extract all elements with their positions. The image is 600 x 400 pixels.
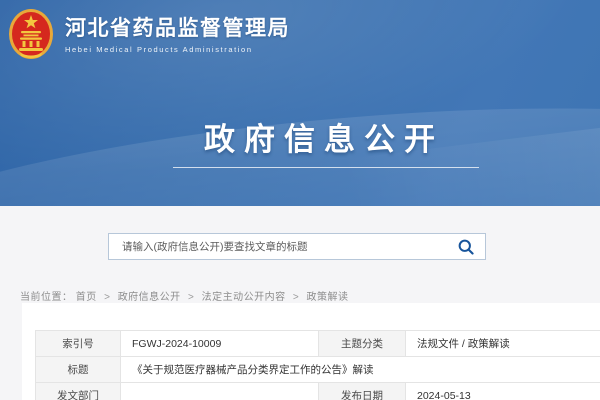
- page-title-underline: [173, 167, 479, 168]
- search-button[interactable]: [447, 234, 485, 259]
- breadcrumb-item-gov-info[interactable]: 政府信息公开: [118, 292, 181, 303]
- search-icon: [457, 238, 475, 256]
- banner: 河北省药品监督管理局 Hebei Medical Products Admini…: [0, 0, 600, 206]
- page-title: 政府信息公开: [24, 114, 600, 159]
- breadcrumb-item-home[interactable]: 首页: [76, 292, 97, 303]
- doc-topic-value: 法规文件 / 政策解读: [406, 331, 600, 357]
- breadcrumb-separator: >: [188, 292, 194, 303]
- breadcrumb-item-statutory-disclosure[interactable]: 法定主动公开内容: [202, 292, 286, 303]
- doc-issuing-dept-value: [121, 383, 319, 400]
- search-input[interactable]: [109, 234, 447, 259]
- org-name-en: Hebei Medical Products Administration: [65, 45, 290, 54]
- breadcrumb: 当前位置： 首页 > 政府信息公开 > 法定主动公开内容 > 政策解读: [20, 288, 349, 303]
- search-box: [108, 233, 486, 260]
- breadcrumb-separator: >: [293, 292, 299, 303]
- doc-publish-date-label: 发布日期: [319, 383, 406, 400]
- doc-title-label: 标题: [36, 357, 121, 383]
- doc-info-table: 索引号 FGWJ-2024-10009 主题分类 法规文件 / 政策解读 标题 …: [35, 330, 600, 400]
- table-row: 标题 《关于规范医疗器械产品分类界定工作的公告》解读: [36, 357, 600, 383]
- doc-publish-date-value: 2024-05-13: [406, 383, 600, 400]
- org-name-zh: 河北省药品监督管理局: [65, 16, 290, 42]
- breadcrumb-item-policy-interpretation[interactable]: 政策解读: [307, 292, 349, 303]
- doc-index-value: FGWJ-2024-10009: [121, 331, 319, 357]
- national-emblem-icon: [8, 7, 54, 63]
- doc-topic-label: 主题分类: [319, 331, 406, 357]
- doc-issuing-dept-label: 发文部门: [36, 383, 121, 400]
- org-name: 河北省药品监督管理局 Hebei Medical Products Admini…: [65, 16, 290, 54]
- page-body: 当前位置： 首页 > 政府信息公开 > 法定主动公开内容 > 政策解读 索引号 …: [0, 206, 600, 400]
- page: 河北省药品监督管理局 Hebei Medical Products Admini…: [0, 0, 600, 400]
- doc-title-value: 《关于规范医疗器械产品分类界定工作的公告》解读: [121, 357, 600, 383]
- breadcrumb-separator: >: [104, 292, 110, 303]
- table-row: 索引号 FGWJ-2024-10009 主题分类 法规文件 / 政策解读: [36, 331, 600, 357]
- site-logo[interactable]: 河北省药品监督管理局 Hebei Medical Products Admini…: [8, 7, 290, 63]
- table-row: 发文部门 发布日期 2024-05-13: [36, 383, 600, 400]
- doc-index-label: 索引号: [36, 331, 121, 357]
- breadcrumb-label: 当前位置：: [20, 292, 73, 303]
